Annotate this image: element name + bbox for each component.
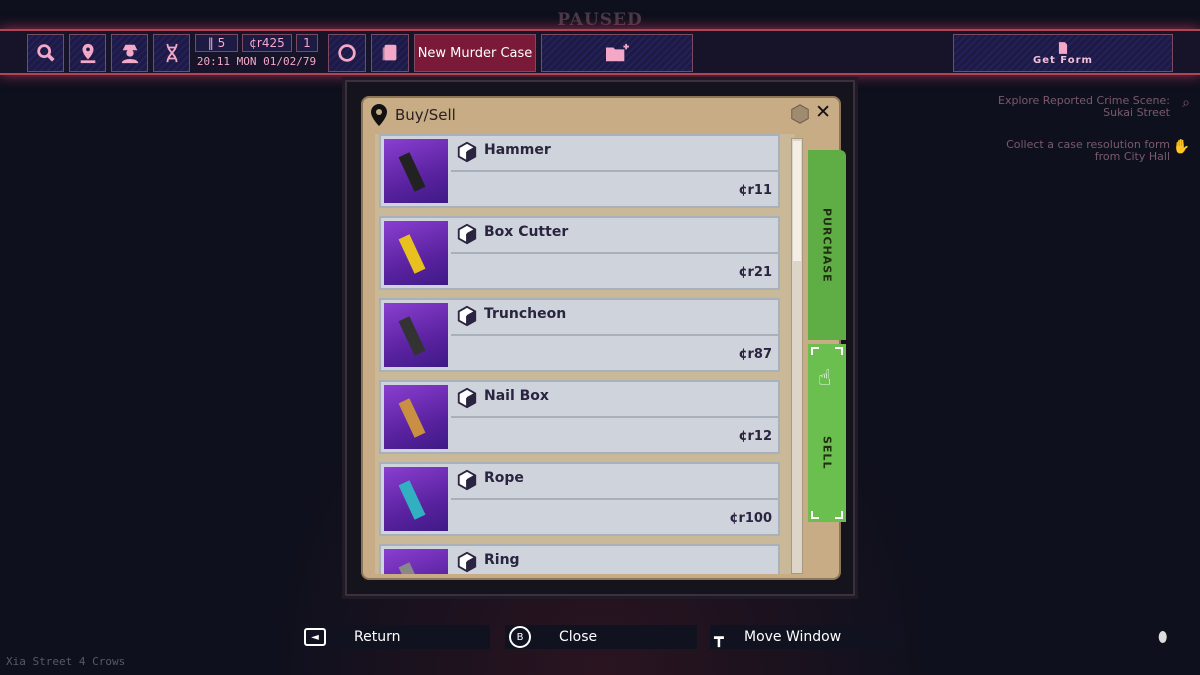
move-window-icon: ┳ bbox=[714, 627, 724, 647]
buy-sell-window: Buy/Sell ✕ Hammer ¢r11 Box Cutter ¢r21 T… bbox=[345, 80, 855, 596]
money-display: ¢r425 bbox=[242, 34, 292, 52]
document-icon bbox=[1058, 41, 1068, 54]
item-thumbnail bbox=[384, 467, 448, 531]
cube-icon bbox=[457, 141, 477, 163]
window-title: Buy/Sell bbox=[395, 106, 456, 124]
tab-purchase[interactable]: PURCHASE bbox=[808, 150, 846, 340]
location-label: Xia Street 4 Crows bbox=[6, 655, 126, 668]
magnifier-button[interactable] bbox=[27, 34, 64, 72]
list-item[interactable]: Truncheon ¢r87 bbox=[379, 298, 780, 372]
ammo-icon: ‖ bbox=[207, 36, 218, 50]
notes-icon bbox=[382, 44, 397, 61]
folder-plus-icon bbox=[606, 43, 629, 62]
tab-sell[interactable]: SELL ☝ bbox=[808, 344, 846, 522]
box-icon bbox=[791, 104, 809, 124]
detective-button[interactable] bbox=[111, 34, 148, 72]
scrollbar[interactable] bbox=[791, 138, 803, 574]
hand-cursor-icon: ☝ bbox=[818, 366, 832, 391]
star-count: 1 bbox=[296, 34, 318, 52]
cork-panel: Buy/Sell ✕ Hammer ¢r11 Box Cutter ¢r21 T… bbox=[361, 96, 846, 580]
selection-corner bbox=[811, 347, 819, 355]
cube-icon bbox=[457, 223, 477, 245]
cube-icon bbox=[457, 387, 477, 409]
magnifier-icon bbox=[36, 44, 55, 62]
cube-icon bbox=[457, 469, 477, 491]
list-item[interactable]: Ring bbox=[379, 544, 780, 574]
item-price: ¢r87 bbox=[738, 347, 772, 362]
hand-icon: ✋ bbox=[1172, 139, 1190, 155]
list-item[interactable]: Box Cutter ¢r21 bbox=[379, 216, 780, 290]
list-item[interactable]: Nail Box ¢r12 bbox=[379, 380, 780, 454]
item-thumbnail bbox=[384, 549, 448, 574]
map-pin-icon bbox=[371, 104, 387, 126]
objective-item[interactable]: Collect a case resolution form from City… bbox=[980, 139, 1190, 163]
close-button[interactable]: ✕ bbox=[815, 101, 831, 123]
item-thumbnail bbox=[384, 139, 448, 203]
ammo-count: ‖ 5 bbox=[195, 34, 238, 52]
detective-icon bbox=[121, 44, 138, 64]
map-pin-icon bbox=[80, 43, 95, 64]
move-window-button[interactable]: ┳ Move Window bbox=[710, 625, 904, 649]
circle-icon bbox=[338, 44, 356, 62]
get-form-button[interactable]: Get Form bbox=[953, 34, 1173, 72]
map-button[interactable] bbox=[69, 34, 106, 72]
cube-icon bbox=[457, 551, 477, 573]
item-name: Ring bbox=[451, 546, 778, 574]
return-button[interactable]: ◄ Return bbox=[300, 625, 490, 649]
item-name: Box Cutter bbox=[451, 218, 778, 254]
b-button-icon: B bbox=[509, 626, 531, 648]
scrollbar-thumb[interactable] bbox=[793, 141, 801, 261]
objective-item[interactable]: Explore Reported Crime Scene: Sukai Stre… bbox=[980, 95, 1190, 119]
item-list: Hammer ¢r11 Box Cutter ¢r21 Truncheon ¢r… bbox=[375, 134, 795, 574]
circle-button[interactable] bbox=[328, 34, 366, 72]
selection-corner bbox=[835, 511, 843, 519]
item-name: Nail Box bbox=[451, 382, 778, 418]
new-folder-button[interactable] bbox=[541, 34, 693, 72]
close-footer-button[interactable]: B Close bbox=[505, 625, 697, 649]
item-thumbnail bbox=[384, 303, 448, 367]
list-item[interactable]: Hammer ¢r11 bbox=[379, 134, 780, 208]
footprint-icon: ⬮ bbox=[1158, 628, 1168, 646]
list-item[interactable]: Rope ¢r100 bbox=[379, 462, 780, 536]
item-name: Truncheon bbox=[451, 300, 778, 336]
selection-corner bbox=[811, 511, 819, 519]
dna-icon bbox=[166, 43, 177, 63]
top-bar: ‖ 5 ¢r425 1 20:11 MON 01/02/79 New Murde… bbox=[0, 29, 1200, 75]
paused-label: PAUSED bbox=[557, 10, 643, 30]
item-name: Hammer bbox=[451, 136, 778, 172]
item-name: Rope bbox=[451, 464, 778, 500]
new-murder-case-button[interactable]: New Murder Case bbox=[414, 34, 536, 72]
item-price: ¢r21 bbox=[738, 265, 772, 280]
left-key-icon: ◄ bbox=[304, 628, 326, 646]
cube-icon bbox=[457, 305, 477, 327]
magnifier-icon: ⌕ bbox=[1182, 95, 1190, 111]
item-thumbnail bbox=[384, 385, 448, 449]
dna-button[interactable] bbox=[153, 34, 190, 72]
item-thumbnail bbox=[384, 221, 448, 285]
selection-corner bbox=[835, 347, 843, 355]
game-clock: 20:11 MON 01/02/79 bbox=[196, 55, 317, 68]
notes-button[interactable] bbox=[371, 34, 409, 72]
item-price: ¢r11 bbox=[738, 183, 772, 198]
item-price: ¢r12 bbox=[738, 429, 772, 444]
item-price: ¢r100 bbox=[729, 511, 772, 526]
